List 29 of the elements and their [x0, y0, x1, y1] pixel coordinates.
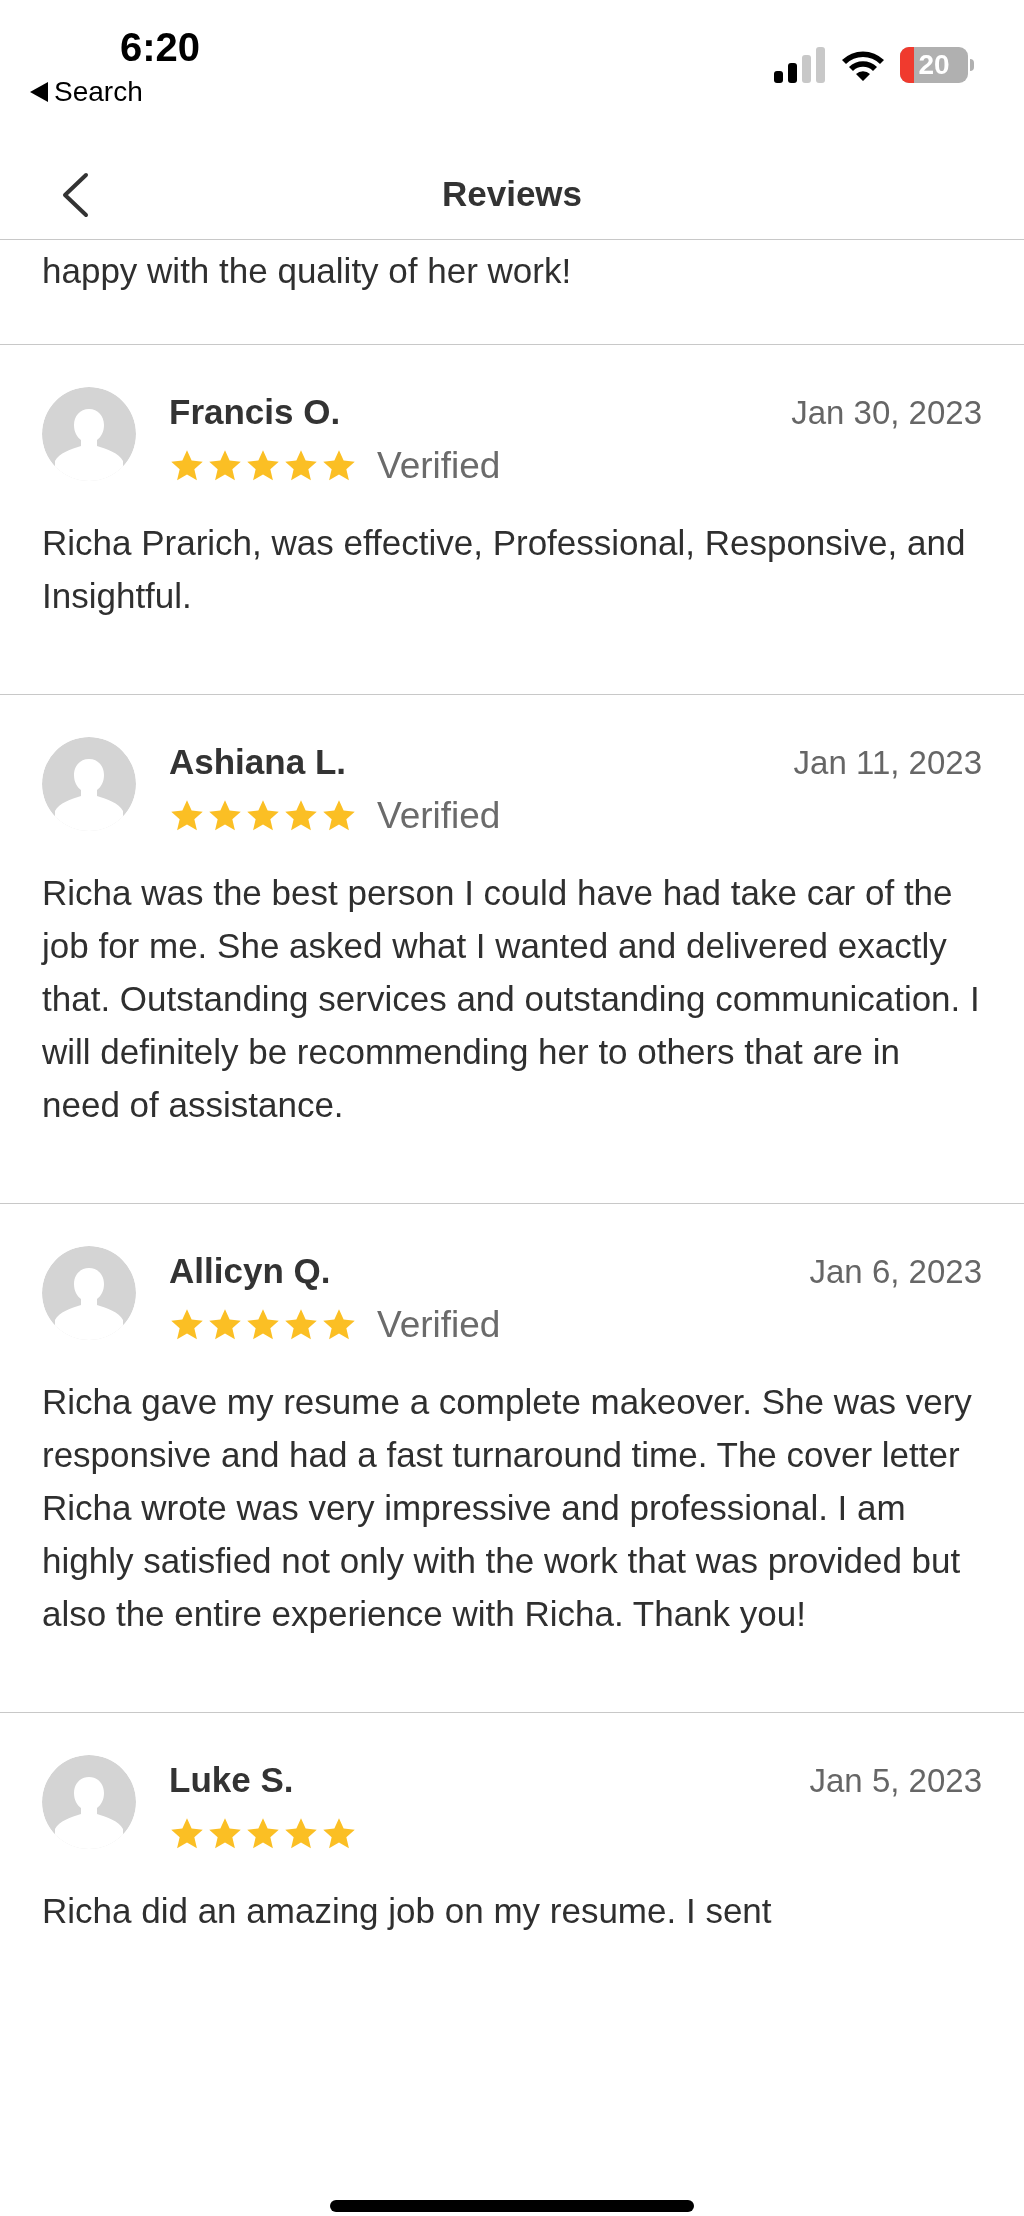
- review-text: Richa gave my resume a complete makeover. She was very responsive and had a fast turnaround time. The cover letter Richa wrote was very impressive and professional. I am highly satisfied not only with the work that was provided but also the entire experience with Richa. Thank you!: [42, 1381, 973, 1635]
- back-button[interactable]: [60, 172, 90, 218]
- avatar-icon: [42, 1246, 136, 1340]
- back-triangle-icon: [30, 82, 48, 102]
- verified-label: Verified: [377, 1303, 501, 1347]
- review-text: Richa Prarich, was effective, Professional, Responsive, and Insightful.: [42, 522, 967, 617]
- review-date: Jan 6, 2023: [809, 1252, 982, 1292]
- review-text: happy with the quality of her work!: [42, 250, 573, 292]
- review-date: Jan 30, 2023: [791, 393, 982, 433]
- page-title: Reviews: [441, 173, 583, 216]
- verified-label: Verified: [377, 794, 501, 838]
- back-to-search-link[interactable]: Search: [30, 72, 201, 112]
- reviewer-name: Ashiana L.: [169, 741, 346, 783]
- avatar-icon: [42, 387, 136, 481]
- avatar-icon: [42, 1755, 136, 1849]
- signal-icon: [774, 47, 826, 83]
- chevron-left-icon: [60, 172, 90, 218]
- wifi-icon: [840, 48, 886, 82]
- verified-label: Verified: [377, 444, 501, 488]
- battery-indicator: 20: [900, 47, 974, 83]
- reviewer-name: Allicyn Q.: [169, 1250, 331, 1292]
- reviewer-name: Francis O.: [169, 391, 341, 433]
- status-time: 6:20: [120, 24, 201, 71]
- review-text: Richa did an amazing job on my resume. I sent: [42, 1890, 773, 1932]
- reviewer-name: Luke S.: [169, 1759, 294, 1801]
- review-text: Richa was the best person I could have had take car of the job for me. She asked what I wanted and delivered exactly that. Outstanding services and outstanding communication. I will definitely be recommending her to others that are in need of assistance.: [42, 872, 981, 1126]
- review-date: Jan 5, 2023: [809, 1761, 982, 1801]
- review-date: Jan 11, 2023: [793, 743, 982, 783]
- avatar-icon: [42, 737, 136, 831]
